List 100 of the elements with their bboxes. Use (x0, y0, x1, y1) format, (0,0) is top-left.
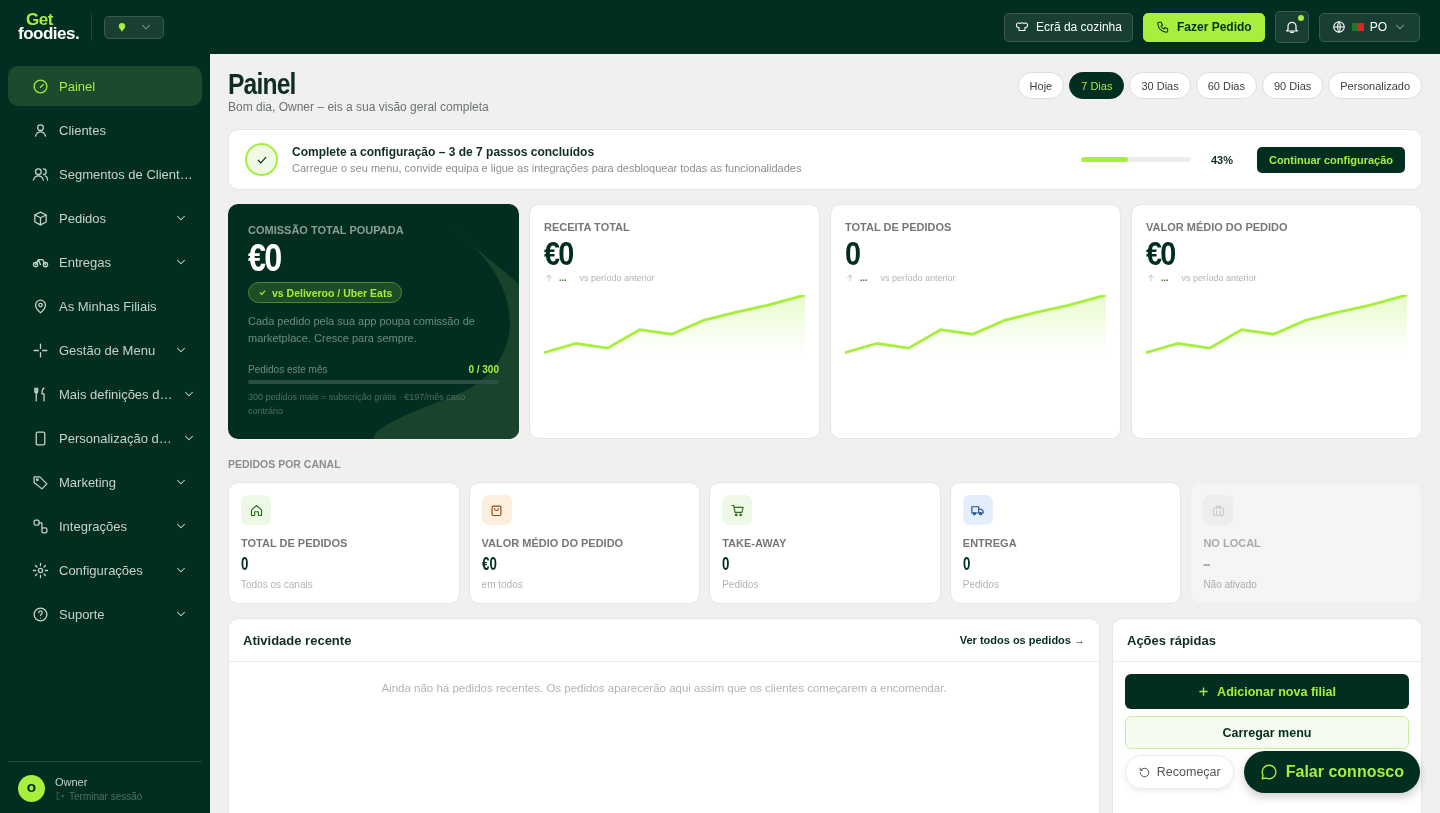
trend-comparison: vs período anterior (1181, 273, 1257, 283)
range-tab[interactable]: 7 Dias (1069, 72, 1125, 99)
setup-subtitle: Carregue o seu menu, convide equipa e ligue as integrações para desbloquear todas as funcionalidades (292, 162, 803, 174)
metric-label: TOTAL DE PEDIDOS (845, 221, 953, 233)
globe-icon (1331, 20, 1346, 34)
notifications-button[interactable] (1274, 11, 1309, 43)
commission-description: Cada pedido pela sua app poupa comissão de marketplace. Cresce para sempre. (248, 314, 476, 346)
user-icon (32, 121, 49, 139)
range-tab[interactable]: 30 Dias (1129, 72, 1191, 99)
sidebar-item[interactable]: Integrações (8, 506, 202, 546)
trend-comparison: vs período anterior (579, 273, 655, 283)
channel-label: NO LOCAL (1203, 537, 1262, 549)
subscription-note: 300 pedidos mais = subscrição grátis · €197/mês caso contrário (248, 391, 467, 418)
kitchen-screen-button[interactable]: Ecrã da cozinha (1003, 12, 1133, 42)
progress-count: 0 / 300 (468, 364, 499, 375)
language-picker[interactable]: PO (1318, 12, 1420, 42)
channel-note: em todos (481, 579, 524, 590)
place-order-button[interactable]: Fazer Pedido (1142, 12, 1265, 42)
channel-value: – (1203, 553, 1211, 575)
chat-button[interactable]: Falar connosco (1243, 751, 1420, 793)
gauge-icon (32, 77, 49, 95)
users-icon (32, 165, 49, 183)
range-tab[interactable]: Personalizado (1328, 72, 1422, 99)
sidebar-item[interactable]: As Minhas Filiais (8, 286, 202, 326)
restart-button[interactable]: Recomeçar (1124, 755, 1234, 789)
brand-logo: Get foodies. (18, 13, 93, 41)
arrow-up-icon (544, 273, 554, 283)
progress-label: Pedidos este mês (248, 364, 328, 375)
setup-title: Complete a configuração – 3 de 7 passos concluídos (292, 145, 596, 159)
metric-label: VALOR MÉDIO DO PEDIDO (1146, 221, 1289, 233)
channel-value: 0 (722, 553, 730, 575)
sidebar-item[interactable]: Configurações (8, 550, 202, 590)
trend-comparison: vs período anterior (880, 273, 956, 283)
home-icon (248, 502, 264, 518)
commission-label: COMISSÃO TOTAL POUPADA (248, 224, 405, 236)
channel-note: Pedidos (962, 579, 1000, 590)
page-subtitle: Bom dia, Owner – eis a sua visão geral completa (228, 100, 489, 114)
metric-value: €0 (544, 233, 573, 273)
plus-icon (1198, 686, 1210, 697)
pin-icon (32, 297, 49, 315)
trend-value: ... (1161, 273, 1169, 283)
bag-icon (489, 502, 505, 518)
quick-action-button[interactable]: Adicionar nova filial (1125, 674, 1409, 709)
location-picker[interactable] (104, 15, 165, 39)
sidebar-item[interactable]: Gestão de Menu (8, 330, 202, 370)
range-tab[interactable]: 60 Dias (1195, 72, 1257, 99)
commission-value: €0 (248, 236, 281, 280)
panel-title: Atividade recente (243, 632, 352, 648)
sidebar-item[interactable]: Entregas (8, 242, 202, 282)
sidebar-item[interactable]: Pedidos (8, 198, 202, 238)
channel-note: Todos os canais (241, 579, 314, 590)
progress-percent: 43% (1210, 153, 1233, 166)
sidebar-item[interactable]: Suporte (8, 594, 202, 634)
flag-icon (1351, 23, 1364, 31)
phone-icon (1155, 20, 1170, 34)
view-all-orders-link[interactable]: Ver todos os pedidos → (959, 634, 1085, 646)
continue-setup-button[interactable]: Continuar configuração (1256, 146, 1405, 173)
check-icon (245, 143, 278, 176)
pin-icon (117, 22, 128, 32)
refresh-icon (1137, 765, 1151, 779)
sidebar-item[interactable]: Mais definições d… (8, 374, 202, 414)
trend-value: ... (860, 273, 868, 283)
comparison-badge: vs Deliveroo / Uber Eats (248, 282, 403, 303)
channel-label: ENTREGA (962, 537, 1018, 549)
panel-title: Ações rápidas (1127, 632, 1216, 648)
channel-label: TOTAL DE PEDIDOS (241, 537, 349, 549)
channel-note: Não ativado (1203, 579, 1258, 590)
channel-value: 0 (962, 553, 971, 575)
trend-value: ... (559, 273, 567, 283)
range-tab[interactable]: 90 Dias (1262, 72, 1324, 99)
chat-bubble-icon (1259, 763, 1278, 781)
settings-icon (32, 561, 49, 579)
sidebar-item[interactable]: Marketing (8, 462, 202, 502)
metric-label: RECEITA TOTAL (544, 221, 631, 233)
channel-value: 0 (241, 553, 249, 575)
channel-label: TAKE-AWAY (722, 537, 788, 549)
user-name: Owner (55, 775, 89, 788)
sidebar-item[interactable]: Clientes (8, 110, 202, 150)
box-icon (32, 209, 49, 227)
sidebar-item[interactable]: Painel (8, 66, 202, 106)
channel-label: VALOR MÉDIO DO PEDIDO (481, 537, 625, 549)
cart-icon (729, 502, 745, 518)
user-avatar: O (18, 775, 45, 802)
bell-icon (1283, 19, 1300, 35)
range-tab[interactable]: Hoje (1017, 72, 1065, 99)
section-title: PEDIDOS POR CANAL (228, 458, 342, 470)
arrow-up-icon (1146, 273, 1156, 283)
page-title: Painel (228, 68, 297, 100)
help-icon (32, 605, 49, 623)
channel-note: Pedidos (722, 579, 760, 590)
empty-message: Ainda não há pedidos recentes. Os pedidos aparecerão aqui assim que os clientes começarem a encomendar. (380, 681, 948, 694)
channel-value: €0 (481, 553, 497, 575)
building-icon (1210, 502, 1226, 518)
metric-value: €0 (1146, 233, 1175, 273)
metric-value: 0 (845, 233, 860, 273)
quick-action-button[interactable]: Carregar menu (1125, 716, 1409, 749)
tag-icon (32, 473, 49, 491)
arrow-up-icon (845, 273, 855, 283)
sidebar-item[interactable]: Segmentos de Client… (8, 154, 202, 194)
sidebar-item[interactable]: Personalização d… (8, 418, 202, 458)
